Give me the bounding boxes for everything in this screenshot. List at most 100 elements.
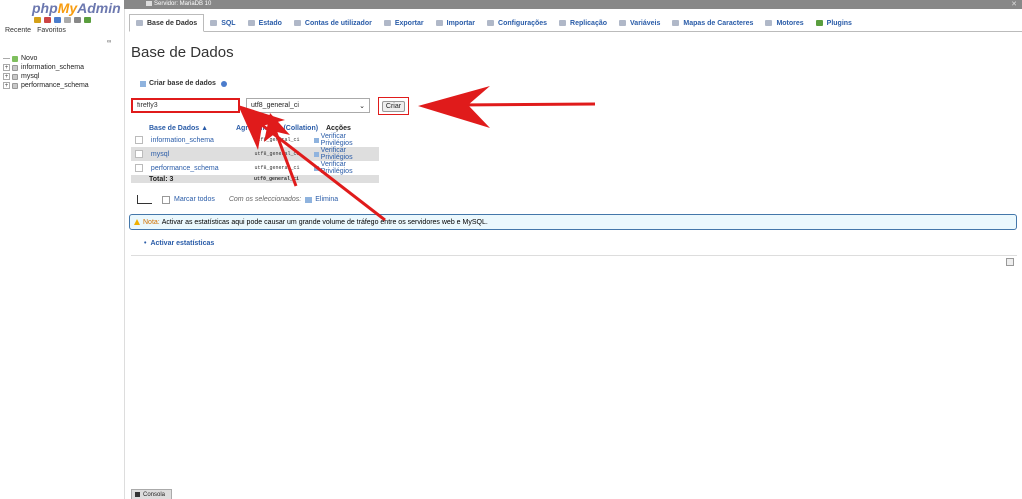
action-label: Verificar Privilégios [320,133,353,147]
tab-label: Mapas de Caracteres [683,19,754,27]
database-tree: Novo + information_schema + mysql + perf… [3,54,89,90]
mark-all-link[interactable]: Marcar todos [174,196,215,203]
collation-select[interactable]: utf8_general_ci ⌄ [246,98,370,113]
collation-cell: utf8_general_ci [254,165,300,171]
plugin-icon [815,20,823,26]
drop-button[interactable]: Elimina [305,196,338,203]
link-icon[interactable]: ∞ [107,39,115,45]
tab-export[interactable]: Exportar [378,15,430,31]
enable-statistics-link[interactable]: Activar estatísticas [144,240,214,247]
column-header-collation[interactable]: Agrupamento (Collation) [236,125,326,132]
status-icon [247,20,255,26]
database-link[interactable]: performance_schema [151,165,255,172]
total-label: Total: 3 [149,175,174,183]
home-icon[interactable] [34,17,41,23]
tab-label: Importar [446,19,476,27]
logo-my: My [57,0,78,16]
database-icon [12,64,18,71]
console-toggle[interactable]: Consola [131,489,172,499]
notice-label: Nota: [143,218,160,226]
tab-variables[interactable]: Variáveis [613,15,666,31]
server-title: Servidor: MariaDB 10 [154,1,212,7]
mark-all-checkbox[interactable] [162,195,170,204]
docs-icon[interactable] [64,17,71,23]
database-icon [12,73,18,80]
database-table: Base de Dados ▲ Agrupamento (Collation) … [131,123,379,183]
tab-databases[interactable]: Base de Dados [129,14,205,32]
create-db-heading: Criar base de dados [140,80,227,87]
privileges-icon [313,137,319,143]
table-row: information_schema utf8_general_ci Verif… [131,133,379,147]
tab-charsets[interactable]: Mapas de Caracteres [666,15,759,31]
expand-icon[interactable]: + [3,73,10,80]
tab-plugins[interactable]: Plugins [810,15,858,31]
check-privileges-link[interactable]: Verificar Privilégios [313,161,379,175]
create-button[interactable]: Criar [382,101,405,112]
database-link[interactable]: mysql [151,151,255,158]
help-icon[interactable] [220,80,227,87]
navigation-panel: phpMyAdmin Recente Favoritos ∞ Novo + in… [0,0,125,499]
phpmyadmin-logo[interactable]: phpMyAdmin [32,0,121,16]
engine-icon [765,20,773,26]
tab-sql[interactable]: SQL [204,15,241,31]
tree-label: performance_schema [21,82,89,89]
table-header: Base de Dados ▲ Agrupamento (Collation) … [131,123,379,133]
table-row: mysql utf8_general_ci Verificar Privilég… [131,147,379,161]
expand-icon[interactable]: + [3,64,10,71]
warning-icon [134,219,140,225]
expand-icon[interactable]: + [3,82,10,89]
help-icon[interactable] [54,17,61,23]
recent-link[interactable]: Recente [5,27,31,34]
reload-icon[interactable] [84,17,91,23]
row-checkbox[interactable] [135,164,143,172]
page-settings-icon[interactable] [1006,258,1014,266]
arrow-left-up-icon [137,195,152,204]
tab-replication[interactable]: Replicação [553,15,613,31]
tree-item-performance-schema[interactable]: + performance_schema [3,81,89,90]
create-db-label: Criar base de dados [149,80,216,87]
logo-php: php [32,0,58,16]
check-privileges-link[interactable]: Verificar Privilégios [313,147,379,161]
settings-icon[interactable] [74,17,81,23]
arrow-line [454,102,596,107]
tab-engines[interactable]: Motores [759,15,809,31]
column-header-actions: Acções [326,124,351,132]
tab-status[interactable]: Estado [242,15,288,31]
tree-label: mysql [21,73,40,80]
tree-item-mysql[interactable]: + mysql [3,72,89,81]
favorites-link[interactable]: Favoritos [37,27,66,34]
tab-label: Plugins [826,19,852,27]
database-link[interactable]: information_schema [151,137,255,144]
with-selected-label: Com os seleccionados: [228,196,302,203]
tab-import[interactable]: Importar [430,15,481,31]
import-icon [435,20,443,26]
column-header-database[interactable]: Base de Dados ▲ [149,125,236,132]
drop-icon [305,196,313,203]
logout-icon[interactable] [44,17,51,23]
annotation-arrows [238,86,596,222]
tab-settings[interactable]: Configurações [481,15,553,31]
table-row: performance_schema utf8_general_ci Verif… [131,161,379,175]
wrench-icon [487,20,495,26]
divider [131,255,1017,256]
users-icon [293,20,301,26]
server-icon [146,0,152,6]
row-checkbox[interactable] [135,136,143,144]
tab-label: Motores [776,19,804,27]
server-link[interactable]: Servidor: MariaDB 10 [146,0,212,7]
tab-label: Variáveis [630,19,661,27]
row-checkbox[interactable] [135,150,143,158]
collation-value: utf8_general_ci [251,102,299,109]
tab-label: Base de Dados [147,19,198,27]
statistics-notice: Nota: Activar as estatísticas aqui pode … [129,214,1017,230]
action-label: Verificar Privilégios [320,147,353,161]
tab-user-accounts[interactable]: Contas de utilizador [288,15,378,31]
close-icon[interactable]: ✕ [1011,0,1017,9]
tab-label: Estado [258,19,282,27]
tree-item-information-schema[interactable]: + information_schema [3,63,89,72]
database-name-input[interactable] [131,98,240,113]
collation-cell: utf8_general_ci [254,137,300,143]
tree-item-new[interactable]: Novo [3,54,89,63]
collation-cell: utf8_general_ci [254,151,300,157]
check-privileges-link[interactable]: Verificar Privilégios [313,133,379,147]
